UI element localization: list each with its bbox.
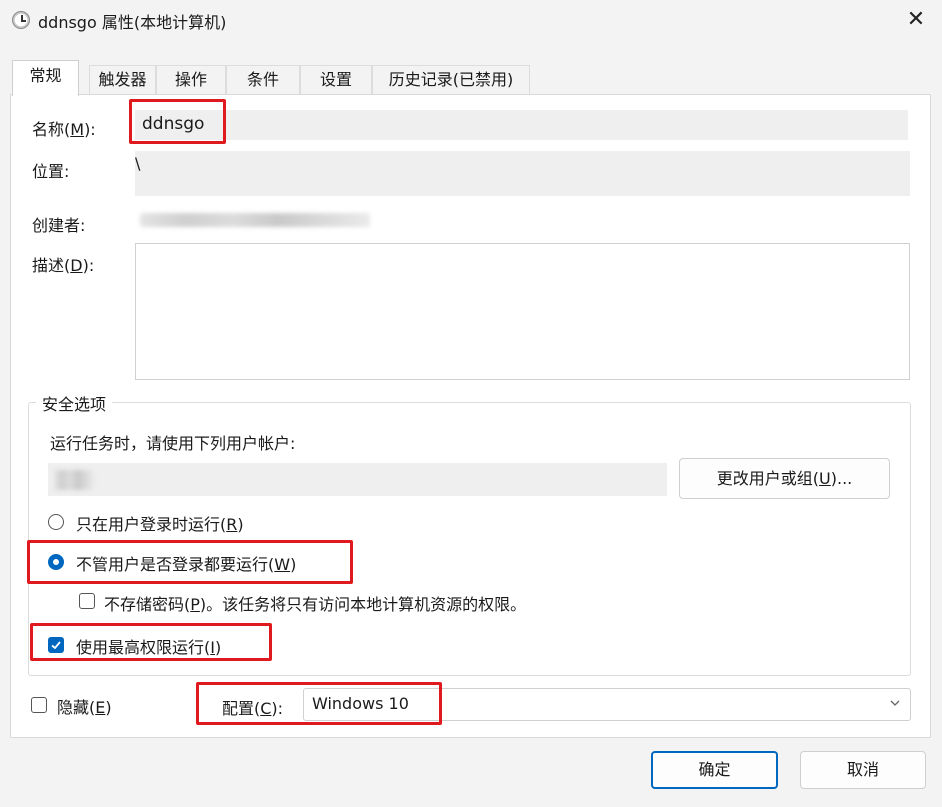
user-account-field — [48, 463, 667, 496]
close-button[interactable]: ✕ — [898, 4, 934, 36]
tab-settings[interactable]: 设置 — [300, 65, 372, 95]
change-user-button[interactable]: 更改用户或组(U)... — [679, 458, 890, 499]
ok-button[interactable]: 确定 — [651, 751, 778, 789]
radio-run-only-logged-on[interactable] — [48, 514, 64, 530]
user-account-redacted — [54, 470, 94, 490]
description-label: 描述(D): — [32, 256, 95, 275]
author-label: 创建者: — [32, 216, 86, 235]
radio-run-only-logged-on-label[interactable]: 只在用户登录时运行(R) — [76, 511, 244, 535]
highlight-configure-for — [196, 682, 442, 725]
highlight-run-whether-logged-on — [27, 540, 353, 584]
description-textarea[interactable] — [135, 243, 910, 380]
run-as-text: 运行任务时，请使用下列用户帐户: — [50, 434, 296, 453]
checkbox-hidden[interactable] — [31, 697, 47, 713]
highlight-highest-privileges — [30, 623, 272, 661]
chevron-down-icon — [890, 700, 900, 706]
tab-general[interactable]: 常规 — [12, 60, 79, 96]
tab-triggers[interactable]: 触发器 — [89, 65, 156, 95]
close-icon: ✕ — [906, 7, 926, 32]
window-title: ddnsgo 属性(本地计算机) — [38, 13, 227, 32]
highlight-name — [129, 99, 226, 144]
name-field[interactable] — [135, 110, 908, 140]
name-label: 名称(M): — [32, 120, 96, 139]
security-options-title: 安全选项 — [36, 391, 113, 415]
location-label: 位置: — [32, 162, 70, 181]
checkbox-do-not-store-password-label[interactable]: 不存储密码(P)。该任务将只有访问本地计算机资源的权限。 — [104, 591, 526, 615]
location-field — [135, 151, 910, 196]
task-clock-icon — [12, 11, 30, 29]
author-value-redacted — [140, 213, 370, 227]
tab-actions[interactable]: 操作 — [156, 65, 226, 95]
checkbox-hidden-label[interactable]: 隐藏(E) — [57, 694, 112, 718]
tab-conditions[interactable]: 条件 — [226, 65, 300, 95]
cancel-button[interactable]: 取消 — [800, 751, 926, 789]
checkbox-do-not-store-password[interactable] — [79, 593, 95, 609]
location-value: \ — [135, 154, 141, 173]
tab-history[interactable]: 历史记录(已禁用) — [372, 65, 530, 95]
